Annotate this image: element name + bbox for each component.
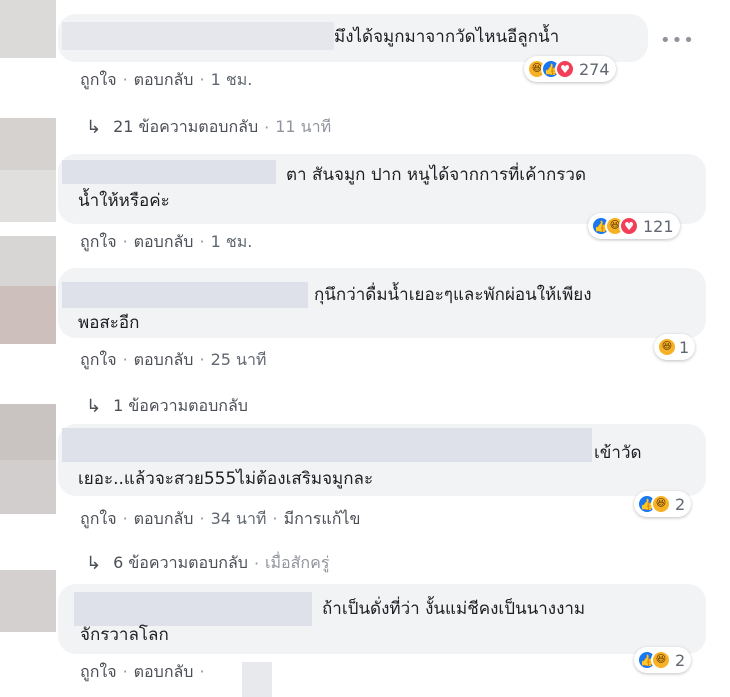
reply-arrow-icon: ↳ <box>86 553 102 574</box>
reaction-count: 121 <box>643 216 674 236</box>
haha-icon: 😆 <box>657 337 677 357</box>
comment-actions: ถูกใจ · ตอบกลับ · 34 นาที · มีการแก้ไข <box>80 509 361 528</box>
like-link[interactable]: ถูกใจ <box>80 70 117 89</box>
reaction-count: 1 <box>679 337 690 357</box>
like-link[interactable]: ถูกใจ <box>80 509 117 528</box>
timestamp[interactable]: 25 นาที <box>211 350 267 369</box>
timestamp[interactable]: 1 ชม. <box>211 70 253 89</box>
comment-text: กุนึกว่าดื่มน้ำเยอะๆและพักผ่อนให้เพียง <box>314 285 592 305</box>
comment-text: น้ำให้หรือค่ะ <box>78 191 170 211</box>
comment-bubble: ถ้าเป็นดั่งที่ว่า งั้นแม่ชีคงเป็นนางงาม … <box>58 584 706 654</box>
reply-link[interactable]: ตอบกลับ <box>134 662 194 681</box>
author-name-redacted[interactable] <box>62 160 276 184</box>
reaction-count: 2 <box>675 650 686 670</box>
comment-actions: ถูกใจ · ตอบกลับ · <box>80 662 205 681</box>
author-name-redacted[interactable] <box>62 22 334 50</box>
comment-text: จักรวาลโลก <box>80 625 169 645</box>
replies-label: 21 ข้อความตอบกลับ <box>113 117 259 136</box>
reaction-count: 2 <box>675 494 686 514</box>
replies-label: 6 ข้อความตอบกลับ <box>113 553 248 572</box>
avatar[interactable] <box>0 570 56 632</box>
comment-text: มึงได้จมูกมาจากวัดไหนอีลูกน้ำ <box>334 27 560 47</box>
avatar[interactable] <box>0 170 56 222</box>
like-link[interactable]: ถูกใจ <box>80 662 117 681</box>
redacted-block <box>242 662 272 697</box>
reaction-count: 274 <box>579 59 610 79</box>
replies-time: เมื่อสักครู่ <box>265 553 330 572</box>
comment-bubble: เข้าวัด เยอะ..แล้วจะสวย555ไม่ต้องเสริมจม… <box>58 424 706 496</box>
like-link[interactable]: ถูกใจ <box>80 350 117 369</box>
timestamp[interactable]: 1 ชม. <box>211 232 253 251</box>
love-icon: ♥ <box>555 59 575 79</box>
avatar[interactable] <box>0 0 56 58</box>
avatar[interactable] <box>0 404 56 460</box>
comment-text: เข้าวัด <box>594 443 642 463</box>
comment-bubble: มึงได้จมูกมาจากวัดไหนอีลูกน้ำ <box>58 14 648 62</box>
comment-text: เยอะ..แล้วจะสวย555ไม่ต้องเสริมจมูกละ <box>78 469 374 489</box>
like-link[interactable]: ถูกใจ <box>80 232 117 251</box>
timestamp[interactable]: 34 นาที <box>211 509 267 528</box>
edited-label[interactable]: มีการแก้ไข <box>284 509 361 528</box>
love-icon: ♥ <box>619 216 639 236</box>
avatar[interactable] <box>0 236 56 286</box>
replies-time: 11 นาที <box>275 117 332 136</box>
replies-label: 1 ข้อความตอบกลับ <box>113 396 248 415</box>
reply-link[interactable]: ตอบกลับ <box>134 350 194 369</box>
comment-text: ถ้าเป็นดั่งที่ว่า งั้นแม่ชีคงเป็นนางงาม <box>322 599 586 619</box>
reply-link[interactable]: ตอบกลับ <box>134 509 194 528</box>
view-replies[interactable]: ↳ 21 ข้อความตอบกลับ · 11 นาที <box>86 115 331 140</box>
reactions-summary[interactable]: 👍 😆 ♥ 121 <box>588 213 680 239</box>
avatar[interactable] <box>0 460 56 514</box>
comment-actions: ถูกใจ · ตอบกลับ · 1 ชม. <box>80 70 253 89</box>
reply-link[interactable]: ตอบกลับ <box>134 232 194 251</box>
reactions-summary[interactable]: 😆 👍 ♥ 274 <box>524 56 616 82</box>
view-replies[interactable]: ↳ 1 ข้อความตอบกลับ <box>86 394 248 419</box>
reactions-summary[interactable]: 😆 1 <box>654 334 696 360</box>
comment-actions: ถูกใจ · ตอบกลับ · 1 ชม. <box>80 232 253 251</box>
avatar[interactable] <box>0 118 56 170</box>
comment-text: ตา สันจมูก ปาก หนูได้จากการที่เค้ากรวด <box>286 165 587 185</box>
haha-icon: 😆 <box>651 650 671 670</box>
comment-bubble: กุนึกว่าดื่มน้ำเยอะๆและพักผ่อนให้เพียง พ… <box>58 268 706 338</box>
author-name-redacted[interactable] <box>62 282 308 308</box>
view-replies[interactable]: ↳ 6 ข้อความตอบกลับ · เมื่อสักครู่ <box>86 551 329 576</box>
comment-actions: ถูกใจ · ตอบกลับ · 25 นาที <box>80 350 267 369</box>
comment-text: พอสะอีก <box>78 313 140 333</box>
haha-icon: 😆 <box>651 494 671 514</box>
reply-arrow-icon: ↳ <box>86 117 102 138</box>
reply-link[interactable]: ตอบกลับ <box>134 70 194 89</box>
avatar[interactable] <box>0 286 56 344</box>
reactions-summary[interactable]: 👍 😆 2 <box>634 491 692 517</box>
author-name-redacted[interactable] <box>62 428 592 462</box>
reactions-summary[interactable]: 👍 😆 2 <box>634 647 692 673</box>
reply-arrow-icon: ↳ <box>86 396 102 417</box>
more-options-icon[interactable]: ••• <box>660 30 695 51</box>
